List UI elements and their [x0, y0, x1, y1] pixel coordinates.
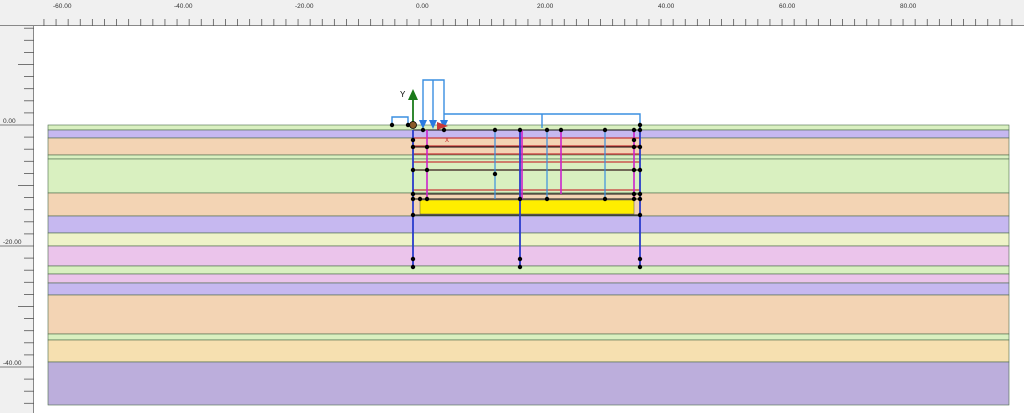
- mesh-node[interactable]: [637, 191, 643, 197]
- mesh-node[interactable]: [410, 191, 416, 197]
- mesh-node[interactable]: [602, 196, 608, 202]
- mesh-node[interactable]: [424, 167, 430, 173]
- y-axis-label: Y: [400, 90, 406, 99]
- mesh-node[interactable]: [637, 127, 643, 133]
- mesh-node[interactable]: [544, 127, 550, 133]
- soil-layer[interactable]: [47, 339, 1010, 363]
- mesh-node[interactable]: [492, 171, 498, 177]
- soil-layer[interactable]: [47, 215, 1010, 234]
- mesh-node[interactable]: [637, 256, 643, 262]
- soil-layer[interactable]: [47, 158, 1010, 194]
- soil-layer[interactable]: [47, 361, 1010, 406]
- top-ruler: -60.00 -40.00 -20.00 0.00 20.00 40.00 60.00 80.…: [0, 0, 1024, 26]
- mesh-node[interactable]: [410, 137, 416, 143]
- mesh-node[interactable]: [410, 264, 416, 270]
- mesh-node[interactable]: [637, 144, 643, 150]
- model-canvas[interactable]: Y x: [34, 26, 1024, 413]
- mesh-node[interactable]: [410, 212, 416, 218]
- origin-marker: [409, 121, 417, 129]
- mesh-node[interactable]: [410, 196, 416, 202]
- mesh-node[interactable]: [517, 264, 523, 270]
- soil-layer[interactable]: [47, 124, 1010, 131]
- mesh-node[interactable]: [441, 127, 447, 133]
- top-ruler-label: 0.00: [416, 3, 429, 10]
- excavation-area: [419, 199, 635, 215]
- mesh-node[interactable]: [517, 127, 523, 133]
- soil-layer[interactable]: [47, 265, 1010, 275]
- mesh-node[interactable]: [637, 167, 643, 173]
- soil-layer[interactable]: [47, 154, 1010, 160]
- y-axis-arrow-icon: [408, 89, 418, 100]
- mesh-node[interactable]: [631, 127, 637, 133]
- left-ruler-label: -40.00: [3, 360, 22, 367]
- mesh-node[interactable]: [424, 144, 430, 150]
- mesh-node[interactable]: [631, 144, 637, 150]
- geo-modeler-window: -60.00 -40.00 -20.00 0.00 20.00 40.00 60.00 80.…: [0, 0, 1024, 413]
- mesh-node[interactable]: [417, 196, 423, 202]
- soil-layers: [47, 124, 1010, 406]
- mesh-node[interactable]: [544, 196, 550, 202]
- soil-layer[interactable]: [47, 232, 1010, 247]
- top-ruler-label: 20.00: [537, 3, 554, 10]
- mesh-node[interactable]: [517, 256, 523, 262]
- surface-loads[interactable]: [391, 79, 641, 128]
- mesh-node[interactable]: [637, 122, 643, 128]
- soil-layer[interactable]: [47, 294, 1010, 335]
- top-ruler-label: 60.00: [779, 3, 796, 10]
- mesh-node[interactable]: [424, 196, 430, 202]
- top-ruler-label: 40.00: [658, 3, 675, 10]
- mesh-node[interactable]: [410, 256, 416, 262]
- mesh-node[interactable]: [602, 127, 608, 133]
- soil-layer[interactable]: [47, 273, 1010, 284]
- top-ruler-label: -20.00: [295, 3, 314, 10]
- excavation-bottom-fill: [419, 199, 635, 215]
- mesh-node[interactable]: [517, 196, 523, 202]
- soil-layer[interactable]: [47, 333, 1010, 341]
- mesh-node[interactable]: [492, 127, 498, 133]
- load-left-small[interactable]: [391, 116, 409, 125]
- left-ruler: 0.00 -20.00 -40.00: [0, 26, 34, 413]
- x-axis-label: x: [445, 135, 449, 144]
- mesh-node[interactable]: [637, 264, 643, 270]
- mesh-node[interactable]: [420, 127, 426, 133]
- soil-layer[interactable]: [47, 129, 1010, 139]
- mesh-node[interactable]: [558, 127, 564, 133]
- mesh-node[interactable]: [410, 144, 416, 150]
- mesh-node[interactable]: [389, 122, 395, 128]
- mesh-node[interactable]: [405, 122, 411, 128]
- left-ruler-label: 0.00: [3, 118, 16, 125]
- mesh-node[interactable]: [410, 167, 416, 173]
- soil-layer[interactable]: [47, 282, 1010, 296]
- mesh-node[interactable]: [631, 196, 637, 202]
- top-ruler-label: -40.00: [174, 3, 193, 10]
- mesh-node[interactable]: [631, 191, 637, 197]
- left-ruler-label: -20.00: [3, 239, 22, 246]
- soil-layer[interactable]: [47, 245, 1010, 267]
- top-ruler-label: 80.00: [900, 3, 917, 10]
- mesh-node[interactable]: [637, 196, 643, 202]
- mesh-node[interactable]: [637, 212, 643, 218]
- top-ruler-label: -60.00: [53, 3, 72, 10]
- mesh-node[interactable]: [631, 167, 637, 173]
- mesh-node[interactable]: [631, 137, 637, 143]
